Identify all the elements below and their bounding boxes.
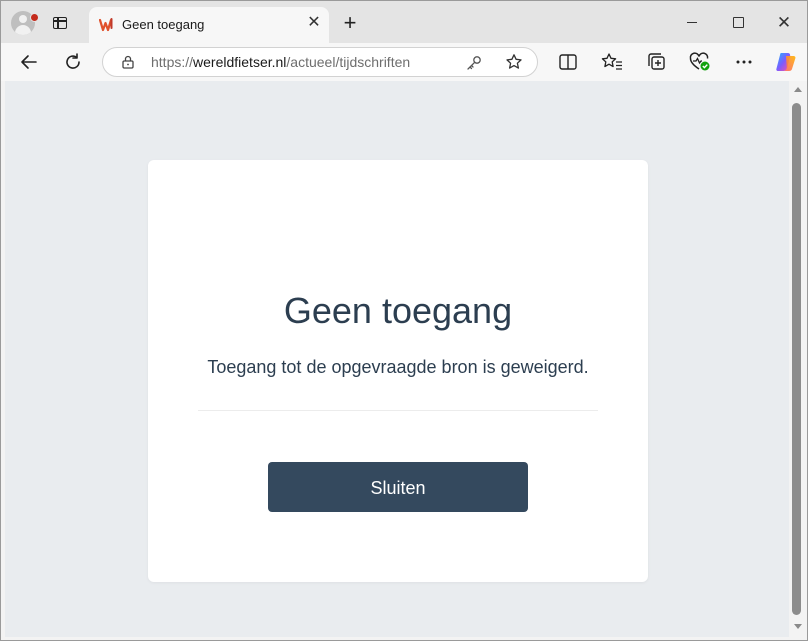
window-close-button[interactable]: ✕ (761, 9, 807, 37)
tab-actions-icon[interactable] (53, 17, 67, 29)
back-icon (21, 55, 37, 69)
minimize-icon (687, 22, 697, 23)
close-icon: ✕ (776, 13, 792, 32)
close-button[interactable]: Sluiten (268, 462, 528, 512)
profile-status-dot (30, 13, 39, 22)
url-text[interactable]: https://wereldfietser.nl/actueel/tijdsch… (151, 54, 410, 70)
address-toolbar: https://wereldfietser.nl/actueel/tijdsch… (1, 43, 807, 81)
maximize-icon (733, 17, 744, 28)
scroll-down-arrow-icon[interactable] (794, 624, 802, 629)
new-tab-button[interactable]: + (339, 12, 361, 34)
tab-bar: Geen toegang ✕ + ✕ (1, 1, 807, 43)
minimize-button[interactable] (669, 9, 715, 37)
reload-button[interactable] (59, 48, 87, 76)
split-screen-icon[interactable] (557, 52, 579, 72)
maximize-button[interactable] (715, 9, 761, 37)
url-host: wereldfietser.nl (193, 54, 287, 70)
access-denied-card: Geen toegang Toegang tot de opgevraagde … (148, 160, 648, 582)
browser-window: Geen toegang ✕ + ✕ https://wereldfietser… (0, 0, 808, 641)
error-message: Toegang tot de opgevraagde bron is gewei… (207, 357, 589, 377)
back-button[interactable] (15, 48, 43, 76)
key-icon[interactable] (465, 54, 483, 72)
tab-close-icon[interactable]: ✕ (304, 13, 324, 33)
page-viewport: Geen toegang Toegang tot de opgevraagde … (5, 81, 789, 637)
address-bar[interactable]: https://wereldfietser.nl/actueel/tijdsch… (102, 47, 538, 77)
reload-icon (66, 53, 80, 69)
tab-active[interactable]: Geen toegang ✕ (89, 7, 329, 43)
browser-essentials-icon[interactable] (689, 52, 711, 72)
copilot-icon[interactable] (774, 50, 798, 74)
url-path: /actueel/tijdschriften (286, 54, 411, 70)
favicon (99, 18, 113, 32)
lock-icon[interactable] (121, 55, 135, 69)
favorites-icon[interactable] (601, 52, 623, 72)
scroll-up-arrow-icon[interactable] (794, 87, 802, 92)
vertical-scrollbar[interactable] (789, 81, 807, 637)
page-title: Geen toegang (283, 290, 513, 331)
favorite-star-icon[interactable] (505, 53, 523, 71)
scrollbar-thumb[interactable] (792, 103, 801, 615)
collections-icon[interactable] (646, 52, 668, 72)
tab-title: Geen toegang (122, 17, 205, 32)
url-scheme: https:// (151, 54, 194, 70)
more-icon[interactable] (733, 52, 755, 72)
divider (198, 410, 598, 411)
